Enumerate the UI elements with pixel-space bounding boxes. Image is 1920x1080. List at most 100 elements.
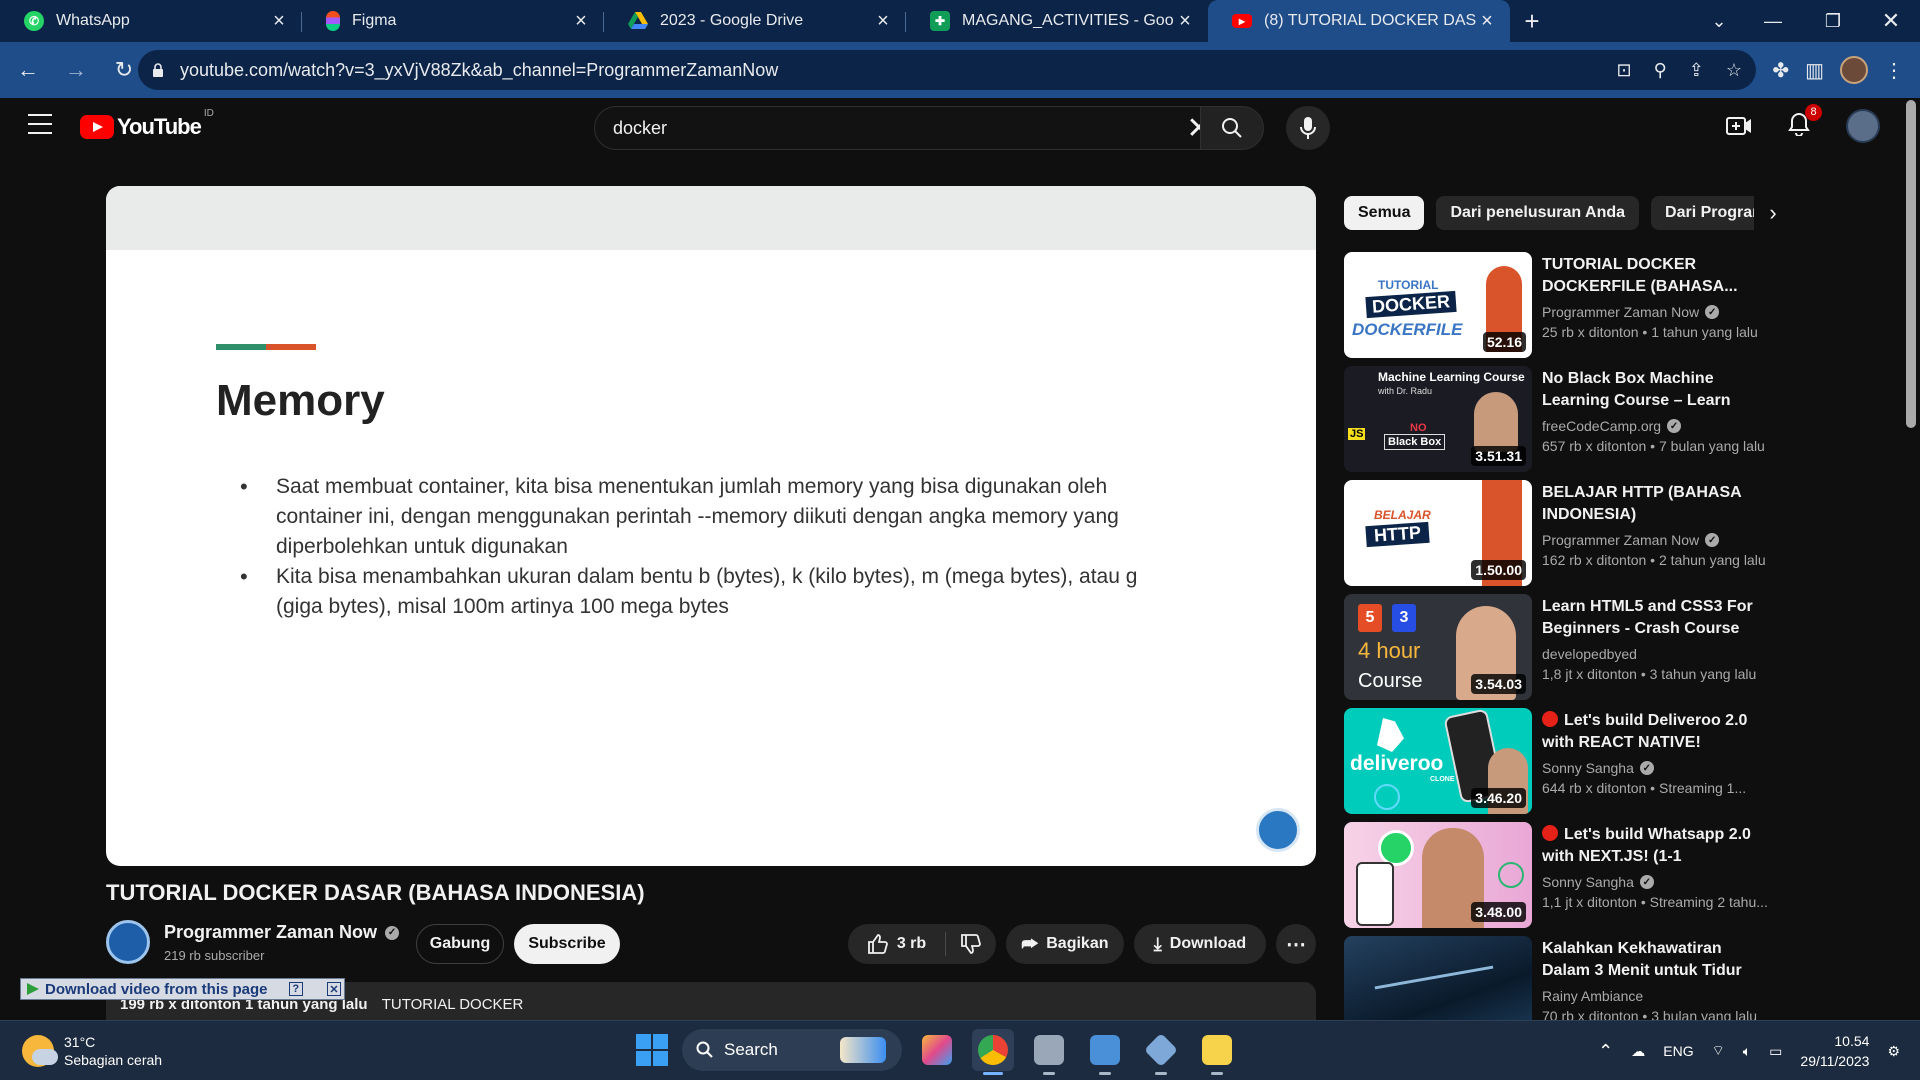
- video-thumbnail[interactable]: BELAJAR HTTP 1.50.00: [1344, 480, 1532, 586]
- chip-from-channel[interactable]: Dari Programm: [1651, 196, 1754, 230]
- recommendation-channel[interactable]: Programmer Zaman Now ✓: [1542, 532, 1720, 548]
- tab-whatsapp[interactable]: ✆ WhatsApp ×: [0, 0, 302, 42]
- share-button[interactable]: ⮫ Bagikan: [1006, 924, 1124, 964]
- recommendation-title[interactable]: Kalahkan Kekhawatiran Dalam 3 Menit untu…: [1542, 938, 1774, 982]
- video-thumbnail[interactable]: TUTORIAL DOCKER DOCKERFILE 52.16: [1344, 252, 1532, 358]
- recommendation-item[interactable]: BELAJAR HTTP 1.50.00 BELAJAR HTTP (BAHAS…: [1344, 480, 1774, 586]
- chevron-up-icon[interactable]: ⌃: [1598, 1041, 1613, 1062]
- taskbar-app-sticky-notes[interactable]: [1196, 1029, 1238, 1075]
- create-video-icon[interactable]: [1726, 115, 1752, 137]
- windows-start-icon[interactable]: [636, 1034, 668, 1066]
- video-duration: 3.51.31: [1471, 446, 1526, 466]
- close-icon[interactable]: ×: [1174, 10, 1196, 33]
- close-icon[interactable]: ×: [570, 10, 592, 33]
- channel-name[interactable]: Programmer Zaman Now ✓: [164, 922, 400, 943]
- tab-google-sheets[interactable]: ✚ MAGANG_ACTIVITIES - Google S ×: [906, 0, 1208, 42]
- recommendation-item[interactable]: Kalahkan Kekhawatiran Dalam 3 Menit untu…: [1344, 936, 1774, 1020]
- battery-icon[interactable]: ▭: [1769, 1043, 1782, 1060]
- recommendation-title[interactable]: Let's build Deliveroo 2.0 with REACT NAT…: [1542, 710, 1774, 754]
- volume-icon[interactable]: 🔈︎: [1743, 1043, 1751, 1060]
- recommendation-title[interactable]: Learn HTML5 and CSS3 For Beginners - Cra…: [1542, 596, 1774, 640]
- join-button[interactable]: Gabung: [416, 924, 504, 964]
- video-thumbnail[interactable]: [1344, 936, 1532, 1020]
- notifications-button[interactable]: 8: [1788, 103, 1822, 141]
- cloud-sync-icon[interactable]: ☁: [1631, 1043, 1645, 1060]
- weather-widget[interactable]: 31°C Sebagian cerah: [22, 1033, 162, 1069]
- menu-kebab-icon[interactable]: ⋮: [1884, 58, 1904, 83]
- close-window-button[interactable]: ✕: [1866, 0, 1916, 42]
- new-tab-button[interactable]: +: [1510, 0, 1554, 42]
- recommendation-title[interactable]: No Black Box Machine Learning Course – L…: [1542, 368, 1774, 412]
- voice-search-button[interactable]: [1286, 106, 1330, 150]
- close-icon[interactable]: ✕: [327, 982, 341, 996]
- install-app-icon[interactable]: ⊡: [1616, 60, 1631, 81]
- maximize-button[interactable]: ❐: [1808, 0, 1858, 42]
- channel-watermark-icon[interactable]: [1256, 808, 1300, 852]
- more-actions-button[interactable]: ⋯: [1276, 924, 1316, 964]
- subscribe-button[interactable]: Subscribe: [514, 924, 620, 964]
- recommendation-title[interactable]: TUTORIAL DOCKER DOCKERFILE (BAHASA...: [1542, 254, 1774, 298]
- extensions-puzzle-icon[interactable]: ✤: [1772, 58, 1789, 83]
- recommendation-title[interactable]: BELAJAR HTTP (BAHASA INDONESIA): [1542, 482, 1774, 526]
- page-scrollbar[interactable]: [1906, 100, 1916, 428]
- zoom-icon[interactable]: ⚲: [1654, 60, 1667, 81]
- tab-youtube[interactable]: ▶ (8) TUTORIAL DOCKER DASAR (B ×: [1208, 0, 1510, 42]
- recommendation-channel[interactable]: Rainy Ambiance: [1542, 988, 1643, 1004]
- recommendation-channel[interactable]: Sonny Sangha ✓: [1542, 874, 1654, 890]
- recommendation-item[interactable]: Machine Learning Course with Dr. Radu NO…: [1344, 366, 1774, 472]
- recommendation-item[interactable]: 3.48.00 Let's build Whatsapp 2.0 with NE…: [1344, 822, 1774, 928]
- chevron-right-icon[interactable]: ›: [1756, 196, 1790, 230]
- help-icon[interactable]: ?: [288, 982, 303, 996]
- recommendation-channel[interactable]: Sonny Sangha ✓: [1542, 760, 1654, 776]
- taskbar-app-remote-desktop[interactable]: [1084, 1029, 1126, 1075]
- video-thumbnail[interactable]: 3.48.00: [1344, 822, 1532, 928]
- video-thumbnail[interactable]: Machine Learning Course with Dr. Radu NO…: [1344, 366, 1532, 472]
- clock[interactable]: 10.54 29/11/2023: [1800, 1031, 1869, 1071]
- recommendation-channel[interactable]: freeCodeCamp.org ✓: [1542, 418, 1682, 434]
- close-icon[interactable]: ×: [1476, 10, 1498, 33]
- like-button[interactable]: 3 rb: [848, 932, 946, 956]
- tab-figma[interactable]: Figma ×: [302, 0, 604, 42]
- recommendation-channel[interactable]: Programmer Zaman Now ✓: [1542, 304, 1720, 320]
- tab-google-drive[interactable]: 2023 - Google Drive ×: [604, 0, 906, 42]
- tab-search-chevron-icon[interactable]: ⌄: [1694, 0, 1744, 42]
- language-indicator[interactable]: ENG: [1663, 1043, 1693, 1059]
- chip-all[interactable]: Semua: [1344, 196, 1425, 230]
- close-icon[interactable]: ×: [268, 10, 290, 33]
- search-button[interactable]: [1200, 106, 1264, 150]
- chip-from-search[interactable]: Dari penelusuran Anda: [1436, 196, 1640, 230]
- recommendation-channel[interactable]: developedbyed: [1542, 646, 1637, 662]
- taskbar-app-pre[interactable]: [916, 1029, 958, 1071]
- recommendation-item[interactable]: 5 3 4 hour Course 3.54.03 Learn HTML5 an…: [1344, 594, 1774, 700]
- wifi-icon[interactable]: ⌔: [1712, 1042, 1725, 1060]
- video-thumbnail[interactable]: deliveroo CLONE 3.46.20: [1344, 708, 1532, 814]
- recommendation-item[interactable]: deliveroo CLONE 3.46.20 Let's build Deli…: [1344, 708, 1774, 814]
- download-button[interactable]: ⤓ Download: [1134, 924, 1266, 964]
- taskbar-app-chrome[interactable]: [972, 1029, 1014, 1075]
- search-input[interactable]: docker ✕: [594, 106, 1230, 150]
- video-thumbnail[interactable]: 5 3 4 hour Course 3.54.03: [1344, 594, 1532, 700]
- channel-avatar[interactable]: [106, 920, 150, 964]
- share-icon[interactable]: ⇪: [1689, 60, 1704, 81]
- close-icon[interactable]: ×: [872, 10, 894, 33]
- side-panel-icon[interactable]: ▥: [1805, 58, 1824, 83]
- dislike-button[interactable]: [946, 933, 996, 955]
- notification-center-icon[interactable]: ⚙: [1887, 1043, 1900, 1060]
- forward-button[interactable]: →: [56, 50, 96, 90]
- back-button[interactable]: ←: [8, 50, 48, 90]
- recommendation-title[interactable]: Let's build Whatsapp 2.0 with NEXT.JS! (…: [1542, 824, 1774, 868]
- address-bar[interactable]: youtube.com/watch?v=3_yxVjV88Zk&ab_chann…: [138, 50, 1756, 90]
- video-player[interactable]: Memory Saat membuat container, kita bisa…: [106, 186, 1316, 866]
- video-downloader-extension-bar[interactable]: Download video from this page ? ✕: [20, 978, 345, 1000]
- taskbar-app-virtualbox[interactable]: [1140, 1029, 1182, 1075]
- profile-avatar[interactable]: [1840, 56, 1868, 84]
- recommendation-item[interactable]: TUTORIAL DOCKER DOCKERFILE 52.16 TUTORIA…: [1344, 252, 1774, 358]
- minimize-button[interactable]: —: [1748, 0, 1798, 42]
- account-avatar[interactable]: [1846, 109, 1880, 143]
- taskbar-search[interactable]: Search: [682, 1029, 902, 1071]
- bookmark-star-icon[interactable]: ☆: [1726, 60, 1742, 81]
- youtube-logo[interactable]: YouTube ID: [80, 108, 214, 140]
- weather-condition: Sebagian cerah: [64, 1052, 163, 1068]
- taskbar-app-file-manager[interactable]: [1028, 1029, 1070, 1075]
- hamburger-menu-icon[interactable]: [28, 114, 52, 134]
